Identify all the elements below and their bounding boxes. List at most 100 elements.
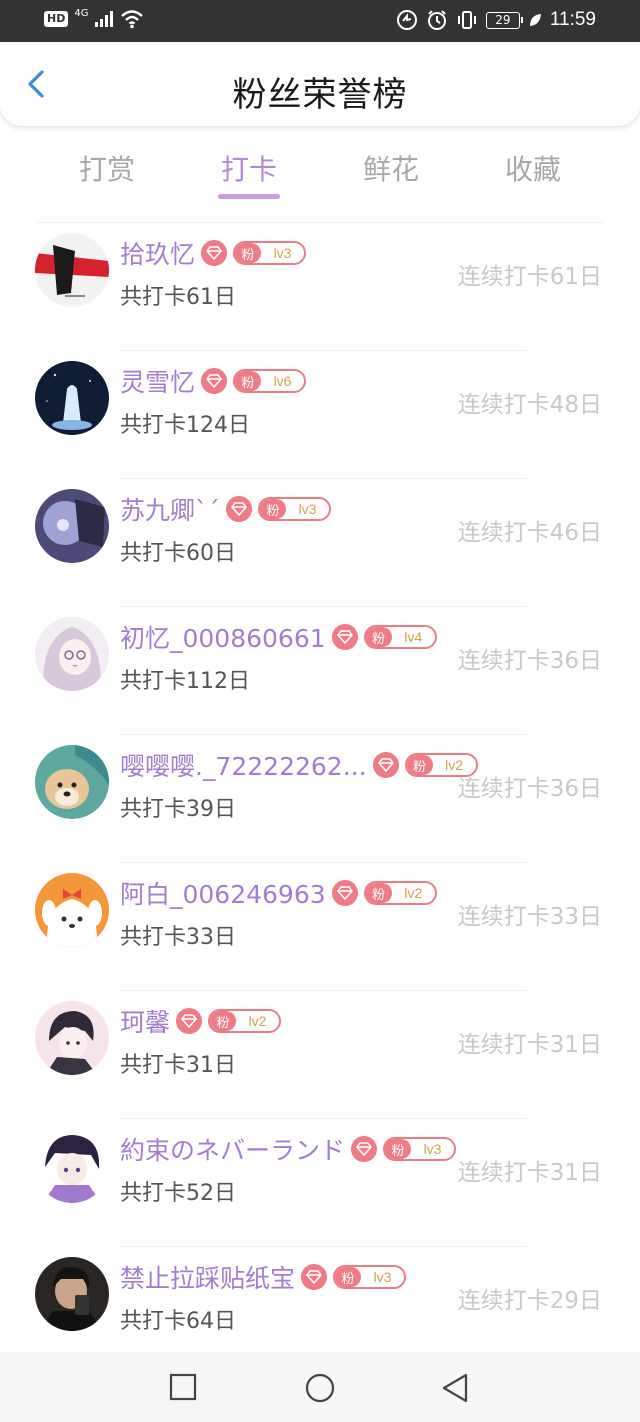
name-line: 禁止拉踩贴纸宝 粉 lv3 xyxy=(120,1259,407,1295)
total-checkins: 共打卡52日 xyxy=(120,1181,236,1206)
status-right: 29 11:59 xyxy=(396,9,596,31)
fan-level-badge: 粉 lv2 xyxy=(363,881,437,905)
total-checkins: 共打卡124日 xyxy=(120,413,250,438)
tab-bar: 打赏 打卡 鲜花 收藏 xyxy=(36,144,604,210)
avatar[interactable] xyxy=(35,745,109,819)
streak-checkins: 连续打卡48日 xyxy=(457,392,602,418)
list-item[interactable]: 灵雪忆 粉 lv6 共打卡124日 连续打卡48日 xyxy=(0,351,640,479)
fan-level-badge: 粉 lv2 xyxy=(208,1009,282,1033)
user-name[interactable]: 苏九卿ˋˊ xyxy=(120,491,220,527)
tab-favorites[interactable]: 收藏 xyxy=(462,144,604,210)
fan-level: lv2 xyxy=(248,1013,267,1029)
total-checkins: 共打卡31日 xyxy=(120,1053,236,1078)
user-name[interactable]: 拾玖忆 xyxy=(120,235,195,271)
avatar[interactable] xyxy=(35,1001,109,1075)
fan-level-badge: 粉 lv3 xyxy=(258,497,332,521)
avatar[interactable] xyxy=(35,361,109,435)
name-line: 阿白_006246963 粉 lv2 xyxy=(120,875,437,911)
name-line: 初忆_000860661 粉 lv4 xyxy=(120,619,437,655)
streak-checkins: 连续打卡36日 xyxy=(457,776,602,802)
name-line: 嘤嘤嘤._72222262... 粉 lv2 xyxy=(120,747,478,783)
tab-label: 鲜花 xyxy=(362,153,419,186)
fan-level: lv6 xyxy=(273,373,292,389)
back-triangle-icon[interactable] xyxy=(440,1372,470,1404)
fan-badge-label: 粉 xyxy=(235,371,262,391)
fan-badge-label: 粉 xyxy=(210,1011,237,1031)
signal-icon xyxy=(95,11,114,27)
leaf-icon xyxy=(529,14,541,26)
fan-badge-label: 粉 xyxy=(385,1139,412,1159)
tab-label: 打赏 xyxy=(78,153,135,186)
streak-checkins: 连续打卡31日 xyxy=(457,1032,602,1058)
streak-checkins: 连续打卡46日 xyxy=(457,520,602,546)
system-nav-bar xyxy=(0,1352,640,1422)
total-checkins: 共打卡64日 xyxy=(120,1309,236,1334)
fan-level-badge: 粉 lv3 xyxy=(333,1265,407,1289)
avatar[interactable] xyxy=(35,617,109,691)
fan-level: lv3 xyxy=(273,245,292,261)
list-item[interactable]: 阿白_006246963 粉 lv2 共打卡33日 连续打卡33日 xyxy=(0,863,640,991)
name-line: 約束のネバーランド 粉 lv3 xyxy=(120,1131,457,1167)
user-name[interactable]: 珂馨 xyxy=(120,1003,170,1039)
fan-level: lv3 xyxy=(298,501,317,517)
user-name[interactable]: 禁止拉踩贴纸宝 xyxy=(120,1259,295,1295)
fan-badge-label: 粉 xyxy=(365,627,392,647)
fan-level-badge: 粉 lv4 xyxy=(363,625,437,649)
vibrate-icon xyxy=(457,11,476,29)
streak-checkins: 连续打卡29日 xyxy=(457,1288,602,1314)
diamond-icon xyxy=(331,624,358,650)
fan-level: lv2 xyxy=(404,885,423,901)
user-name[interactable]: 嘤嘤嘤._72222262... xyxy=(120,747,367,783)
page-title: 粉丝荣誉榜 xyxy=(232,75,408,115)
fan-badge-label: 粉 xyxy=(260,499,287,519)
streak-checkins: 连续打卡61日 xyxy=(457,264,602,290)
total-checkins: 共打卡61日 xyxy=(120,285,236,310)
tab-label: 打卡 xyxy=(220,153,277,186)
fan-list: 拾玖忆 粉 lv3 共打卡61日 连续打卡61日 灵雪忆 粉 lv6 共打卡12… xyxy=(0,223,640,1375)
tab-checkin[interactable]: 打卡 xyxy=(178,144,320,210)
fan-level-badge: 粉 lv3 xyxy=(383,1137,457,1161)
avatar[interactable] xyxy=(35,489,109,563)
fan-level: lv3 xyxy=(423,1141,442,1157)
avatar[interactable] xyxy=(35,873,109,947)
fan-level: lv4 xyxy=(404,629,423,645)
name-line: 珂馨 粉 lv2 xyxy=(120,1003,282,1039)
fan-level-badge: 粉 lv3 xyxy=(233,241,307,265)
list-item[interactable]: 嘤嘤嘤._72222262... 粉 lv2 共打卡39日 连续打卡36日 xyxy=(0,735,640,863)
user-name[interactable]: 初忆_000860661 xyxy=(120,619,326,655)
hd-icon: HD xyxy=(44,11,69,27)
diamond-icon xyxy=(201,368,228,394)
tab-reward[interactable]: 打赏 xyxy=(36,144,178,210)
status-bar: HD 4G 29 11:59 xyxy=(0,0,640,42)
list-item[interactable]: 初忆_000860661 粉 lv4 共打卡112日 连续打卡36日 xyxy=(0,607,640,735)
avatar[interactable] xyxy=(35,233,109,307)
diamond-icon xyxy=(201,240,228,266)
list-item[interactable]: 拾玖忆 粉 lv3 共打卡61日 连续打卡61日 xyxy=(0,223,640,351)
avatar[interactable] xyxy=(35,1129,109,1203)
fan-badge-label: 粉 xyxy=(365,883,392,903)
streak-checkins: 连续打卡33日 xyxy=(457,904,602,930)
fan-level: lv3 xyxy=(373,1269,392,1285)
streak-checkins: 连续打卡36日 xyxy=(457,648,602,674)
name-line: 灵雪忆 粉 lv6 xyxy=(120,363,307,399)
wifi-icon xyxy=(121,10,144,29)
fan-badge-label: 粉 xyxy=(335,1267,362,1287)
avatar[interactable] xyxy=(35,1257,109,1331)
network-label: 4G xyxy=(74,8,89,19)
user-name[interactable]: 阿白_006246963 xyxy=(120,875,326,911)
list-item[interactable]: 珂馨 粉 lv2 共打卡31日 连续打卡31日 xyxy=(0,991,640,1119)
total-checkins: 共打卡112日 xyxy=(120,669,250,694)
total-checkins: 共打卡60日 xyxy=(120,541,236,566)
list-item[interactable]: 約束のネバーランド 粉 lv3 共打卡52日 连续打卡31日 xyxy=(0,1119,640,1247)
diamond-icon xyxy=(176,1008,203,1034)
recents-square-icon[interactable] xyxy=(168,1372,198,1402)
fan-badge-label: 粉 xyxy=(406,755,433,775)
alarm-icon xyxy=(427,10,446,30)
user-name[interactable]: 約束のネバーランド xyxy=(120,1131,345,1167)
diamond-icon xyxy=(331,880,358,906)
tab-flowers[interactable]: 鲜花 xyxy=(320,144,462,210)
home-circle-icon[interactable] xyxy=(304,1372,336,1404)
list-item[interactable]: 苏九卿ˋˊ 粉 lv3 共打卡60日 连续打卡46日 xyxy=(0,479,640,607)
status-left: HD 4G xyxy=(44,9,144,29)
user-name[interactable]: 灵雪忆 xyxy=(120,363,195,399)
